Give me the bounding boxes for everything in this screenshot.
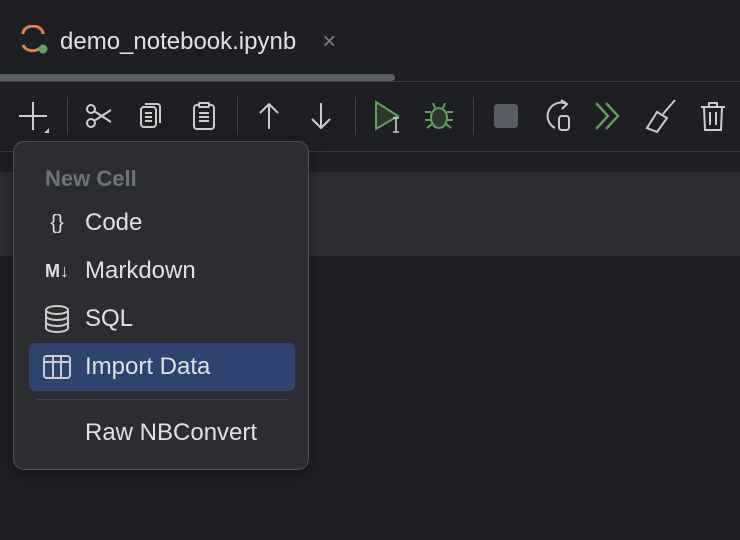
menu-item-label: Code	[85, 209, 143, 236]
menu-header: New Cell	[45, 166, 137, 191]
move-up-button[interactable]	[251, 98, 287, 134]
delete-cell-button[interactable]	[695, 98, 731, 134]
notebook-tab[interactable]: demo_notebook.ipynb ×	[18, 22, 336, 62]
copy-button[interactable]	[133, 98, 169, 134]
menu-item-import-data[interactable]: Import Data	[29, 343, 295, 391]
paste-button[interactable]	[186, 98, 222, 134]
restart-kernel-button[interactable]	[541, 98, 577, 134]
markdown-icon: M↓	[45, 260, 69, 281]
add-cell-button[interactable]	[15, 98, 51, 134]
menu-item-label: Markdown	[85, 257, 196, 284]
table-icon	[29, 355, 85, 379]
cut-button[interactable]	[81, 98, 117, 134]
clear-outputs-button[interactable]	[643, 98, 679, 134]
move-down-button[interactable]	[303, 98, 339, 134]
stop-button[interactable]	[488, 98, 524, 134]
divider	[473, 97, 474, 135]
divider	[67, 97, 68, 135]
menu-item-label: SQL	[85, 305, 134, 332]
jupyter-icon	[18, 24, 48, 60]
menu-item-raw-nbconvert[interactable]: Raw NBConvert	[29, 409, 295, 457]
menu-item-markdown[interactable]: M↓ Markdown	[29, 247, 295, 295]
divider	[0, 81, 740, 82]
menu-item-code[interactable]: {} Code	[29, 199, 295, 247]
menu-item-sql[interactable]: SQL	[29, 295, 295, 343]
tab-title: demo_notebook.ipynb	[60, 28, 297, 55]
run-cell-button[interactable]	[370, 98, 406, 134]
divider	[355, 97, 356, 135]
tab-scrollbar[interactable]	[0, 74, 395, 81]
run-all-button[interactable]	[591, 98, 627, 134]
menu-item-label: Import Data	[85, 353, 211, 380]
braces-icon: {}	[50, 211, 64, 234]
divider	[237, 97, 238, 135]
database-icon	[29, 305, 85, 333]
debug-cell-button[interactable]	[421, 98, 457, 134]
new-cell-menu: New Cell {} Code M↓ Markdown SQL Import Da…	[13, 141, 309, 470]
menu-item-label: Raw NBConvert	[85, 419, 258, 446]
menu-separator	[37, 399, 287, 400]
close-tab-icon[interactable]: ×	[322, 28, 336, 56]
